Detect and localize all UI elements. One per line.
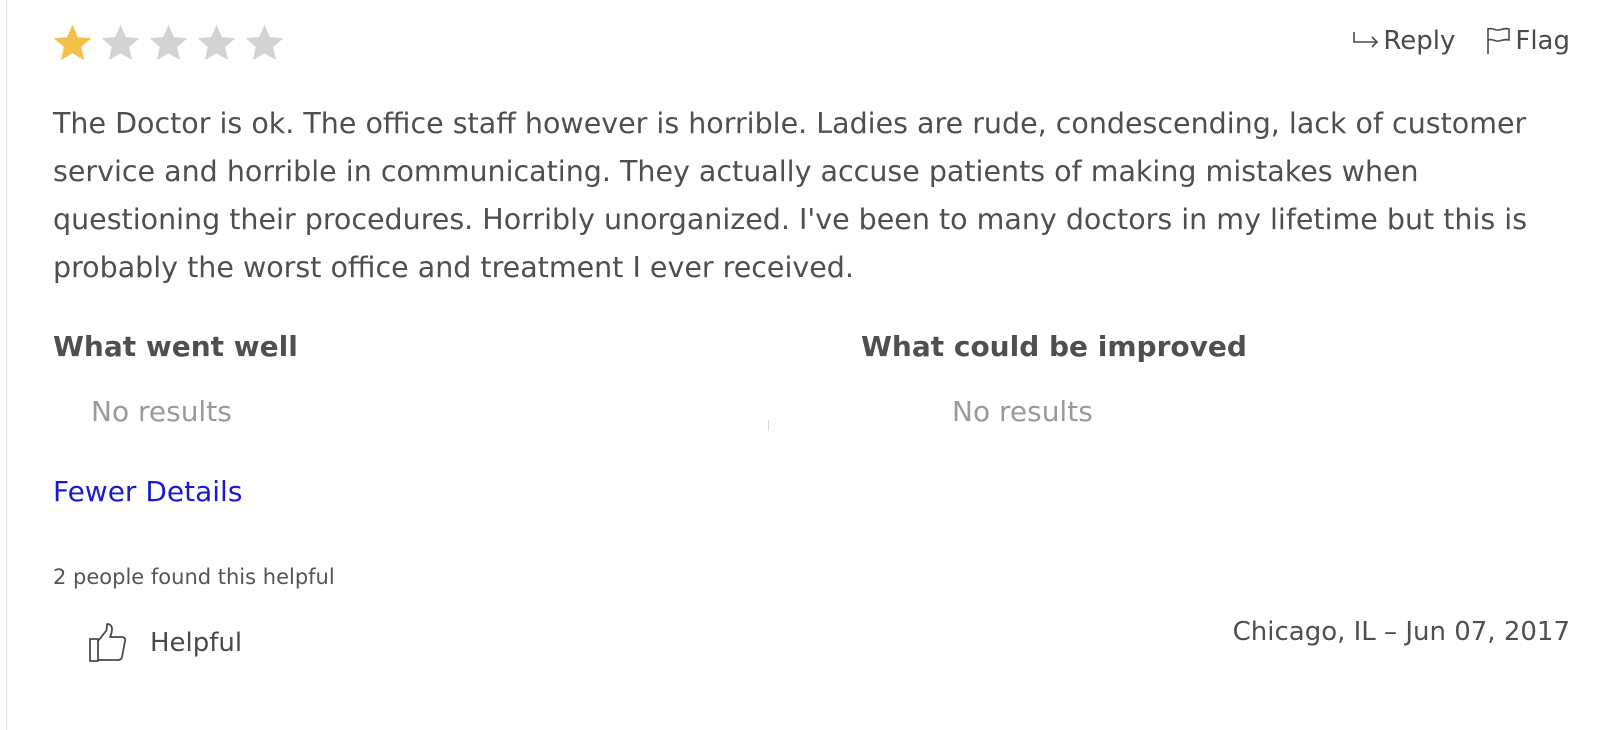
card-left-border: [6, 0, 7, 730]
reply-arrow-icon: [1353, 32, 1379, 48]
helpful-button[interactable]: Helpful: [88, 622, 242, 664]
review-actions: Reply Flag: [1351, 26, 1570, 56]
improve-empty-text: No results: [952, 395, 1093, 428]
went-well-heading: What went well: [53, 330, 298, 363]
flag-label: Flag: [1515, 26, 1570, 56]
improve-heading: What could be improved: [861, 330, 1247, 363]
thumbs-up-icon: [89, 623, 127, 662]
star-icon: [53, 24, 92, 61]
reply-label: Reply: [1383, 26, 1456, 56]
star-icon: [197, 24, 236, 61]
star-icon: [245, 24, 284, 61]
review-text: The Doctor is ok. The office staff howev…: [53, 107, 1528, 284]
star-rating: [50, 20, 287, 65]
review-location-date: Chicago, IL – Jun 07, 2017: [1232, 617, 1570, 647]
column-divider: [768, 420, 769, 431]
flag-button[interactable]: Flag: [1485, 26, 1570, 56]
fewer-details-link[interactable]: Fewer Details: [53, 475, 242, 508]
flag-icon: [1487, 27, 1511, 54]
helpful-label: Helpful: [150, 628, 243, 658]
helpful-count-text: 2 people found this helpful: [53, 565, 335, 589]
went-well-empty-text: No results: [91, 395, 232, 428]
star-icon: [101, 24, 140, 61]
reply-button[interactable]: Reply: [1351, 26, 1455, 56]
star-icon: [149, 24, 188, 61]
